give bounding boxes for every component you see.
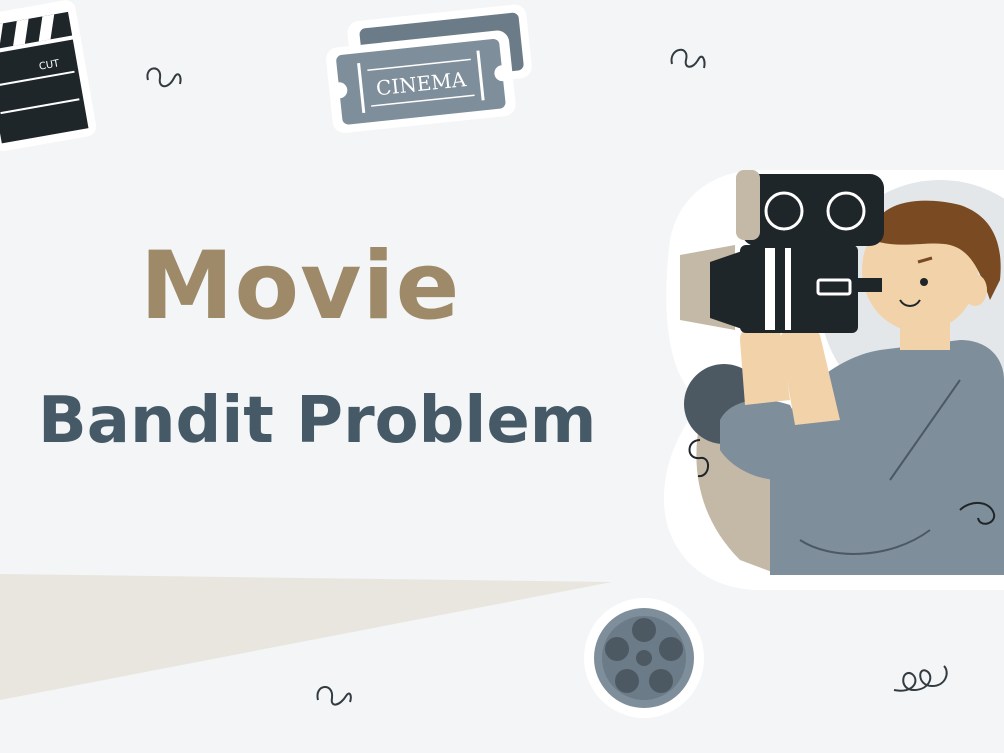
cinema-ticket-icon: CINEMA: [326, 4, 532, 133]
clapperboard-icon: CUT: [0, 0, 97, 152]
title-movie: Movie: [140, 232, 461, 341]
squiggle-icon: [146, 67, 182, 88]
film-reel-icon: [584, 598, 704, 718]
camera-operator-illustration: [664, 170, 1004, 590]
slide: CUT CINEMA Movie Bandit Problem: [0, 0, 1004, 753]
illustration-layer: CUT CINEMA: [0, 0, 1004, 718]
squiggle-icon: [893, 665, 948, 692]
spotlight-beam: [0, 574, 612, 700]
title-bandit-problem: Bandit Problem: [38, 384, 597, 458]
squiggle-icon: [316, 686, 352, 706]
squiggle-icon: [670, 49, 706, 69]
